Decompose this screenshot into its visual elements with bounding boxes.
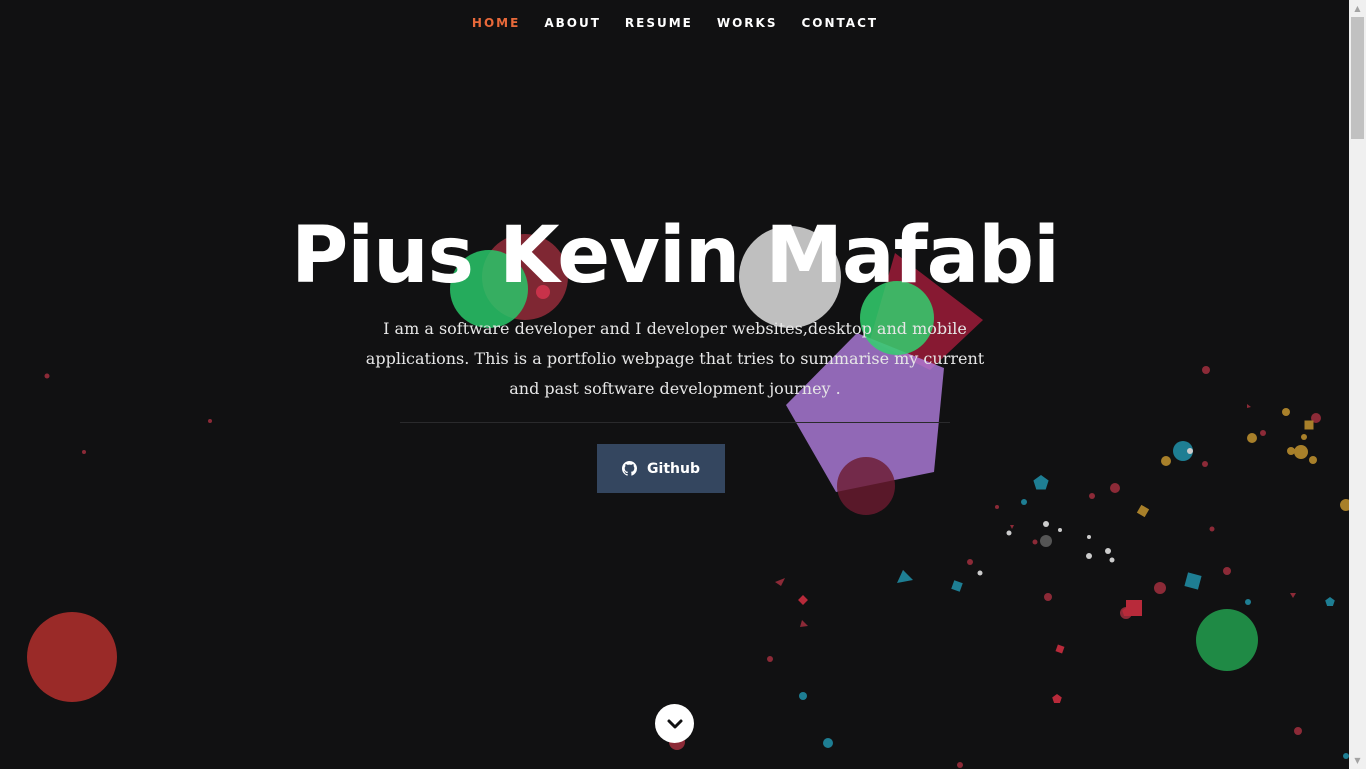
particle-dot bbox=[1202, 366, 1210, 374]
particle-dot bbox=[1021, 499, 1027, 505]
particle-square bbox=[1136, 504, 1150, 518]
nav-item-home: HOME bbox=[472, 12, 520, 31]
particle-square bbox=[951, 580, 963, 592]
hero-divider bbox=[400, 422, 950, 423]
nav-link-resume[interactable]: RESUME bbox=[625, 16, 693, 30]
particle-dot bbox=[823, 738, 833, 748]
particle-circle bbox=[1196, 609, 1258, 671]
particle-dot bbox=[1294, 727, 1302, 735]
particle-triangle bbox=[775, 578, 785, 586]
particle-triangle bbox=[1010, 525, 1014, 529]
chevron-down-icon bbox=[667, 719, 682, 728]
particle-triangle bbox=[800, 620, 808, 627]
github-button-label: Github bbox=[647, 460, 700, 477]
nav-list: HOME ABOUT RESUME WORKS CONTACT bbox=[460, 12, 890, 31]
particle-square bbox=[1184, 572, 1202, 590]
particle-dot bbox=[1044, 593, 1052, 601]
scrollbar-thumb[interactable] bbox=[1351, 17, 1364, 139]
particle-dot bbox=[1260, 430, 1266, 436]
hero-description: I am a software developer and I develope… bbox=[365, 319, 985, 398]
particle-dot bbox=[1282, 408, 1290, 416]
particle-dot bbox=[1294, 445, 1308, 459]
particle-dot bbox=[1110, 483, 1120, 493]
particle-dot bbox=[1109, 557, 1115, 563]
particle-dot bbox=[1105, 548, 1111, 554]
particle-dot bbox=[208, 419, 212, 423]
particle-circle bbox=[837, 457, 895, 515]
particle-dot bbox=[1087, 535, 1091, 539]
github-button[interactable]: Github bbox=[597, 444, 725, 493]
particle-dot bbox=[1187, 448, 1193, 454]
particle-dot bbox=[957, 762, 963, 768]
particle-dot bbox=[995, 505, 999, 509]
nav-link-home[interactable]: HOME bbox=[472, 16, 520, 30]
particle-pentagon bbox=[1033, 475, 1049, 490]
vertical-scrollbar[interactable]: ▲ ▼ bbox=[1349, 0, 1366, 769]
main-nav: HOME ABOUT RESUME WORKS CONTACT bbox=[0, 0, 1350, 42]
particle-triangle bbox=[897, 570, 913, 583]
particle-dot bbox=[967, 559, 973, 565]
particle-dot bbox=[1287, 447, 1295, 455]
particle-dot bbox=[1006, 530, 1012, 536]
particle-dot bbox=[1247, 433, 1257, 443]
page: HOME ABOUT RESUME WORKS CONTACT Pius Kev… bbox=[0, 0, 1366, 769]
particle-pentagon bbox=[1052, 694, 1062, 703]
particle-dot bbox=[1202, 461, 1208, 467]
particle-square bbox=[1304, 420, 1314, 430]
particle-dot bbox=[1089, 493, 1095, 499]
nav-item-resume: RESUME bbox=[625, 12, 693, 31]
nav-item-about: ABOUT bbox=[544, 12, 601, 31]
particle-triangle bbox=[1290, 593, 1296, 598]
particle-circle bbox=[27, 612, 117, 702]
particle-dot bbox=[767, 656, 773, 662]
particle-dot bbox=[1309, 456, 1317, 464]
nav-item-works: WORKS bbox=[717, 12, 778, 31]
particle-dot bbox=[1245, 599, 1251, 605]
particle-dot bbox=[1223, 567, 1231, 575]
scroll-down-arrow-icon[interactable]: ▼ bbox=[1349, 752, 1366, 769]
particle-dot bbox=[1043, 521, 1049, 527]
particle-dot bbox=[799, 692, 807, 700]
particle-dot bbox=[1301, 434, 1307, 440]
particle-dot bbox=[82, 450, 86, 454]
particle-pentagon bbox=[1325, 597, 1335, 606]
particle-dot bbox=[1032, 539, 1038, 545]
particle-dot bbox=[1040, 535, 1052, 547]
particle-triangle bbox=[1247, 404, 1251, 408]
nav-item-contact: CONTACT bbox=[801, 12, 878, 31]
particle-dot bbox=[1209, 526, 1215, 532]
nav-link-works[interactable]: WORKS bbox=[717, 16, 778, 30]
nav-link-contact[interactable]: CONTACT bbox=[801, 16, 878, 30]
particle-dot bbox=[1161, 456, 1171, 466]
particle-dot bbox=[1058, 528, 1062, 532]
github-icon bbox=[622, 461, 638, 476]
nav-link-about[interactable]: ABOUT bbox=[544, 16, 601, 30]
particle-dot bbox=[977, 570, 983, 576]
particle-dot bbox=[1154, 582, 1166, 594]
particle-square bbox=[1055, 644, 1065, 654]
hero-title: Pius Kevin Mafabi bbox=[291, 211, 1060, 301]
particle-dot bbox=[44, 373, 50, 379]
particle-square bbox=[798, 595, 808, 605]
scroll-down-button[interactable] bbox=[655, 704, 694, 743]
particle-dot bbox=[1086, 553, 1092, 559]
scroll-up-arrow-icon[interactable]: ▲ bbox=[1349, 0, 1366, 17]
